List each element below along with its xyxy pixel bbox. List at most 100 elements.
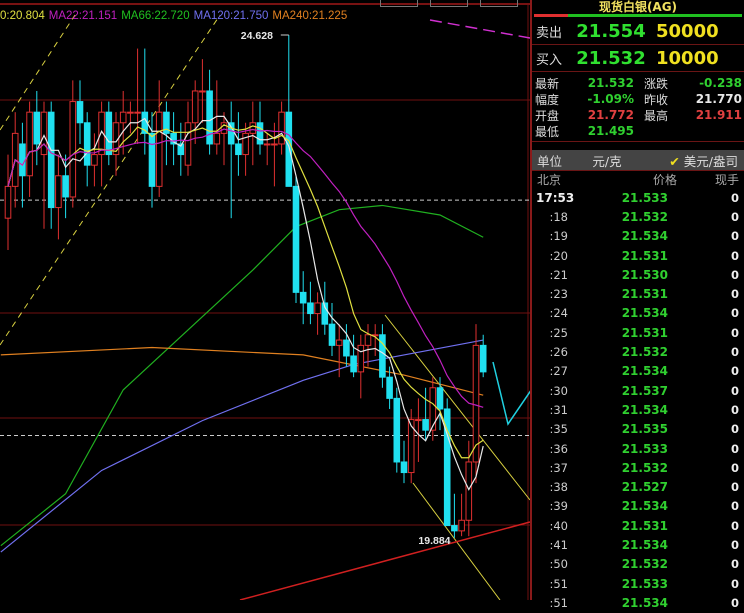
candle xyxy=(105,101,113,166)
tick-price: 21.532 xyxy=(621,209,668,224)
tick-price: 21.534 xyxy=(621,364,668,379)
unit-option-usd-per-oz[interactable]: ✔ 美元/盎司 xyxy=(642,151,744,170)
tick-row: :38 21.527 0 xyxy=(532,477,744,496)
unit-option-label: 美元/盎司 xyxy=(683,153,738,169)
tick-row: :25 21.531 0 xyxy=(532,323,744,342)
candle-body xyxy=(213,132,221,145)
candle xyxy=(76,80,84,144)
candle xyxy=(422,387,429,441)
unit-selector: 单位 元/克 ✔ 美元/盎司 xyxy=(532,150,744,170)
buy-price: 21.532 xyxy=(576,47,646,69)
quote-panel: 现货白银(AG) 卖出 21.554 50000 买入 21.532 10000 最新 2… xyxy=(530,0,744,610)
tick-time: :26 xyxy=(549,345,568,360)
stat-label: 最低 xyxy=(535,124,560,139)
ma-line-ma66 xyxy=(0,204,484,547)
tick-time: :38 xyxy=(549,480,568,495)
candlestick-chart[interactable]: 0:20.804 MA22:21.151 MA66:22.720 MA120:21.7… xyxy=(0,0,530,600)
candle-body xyxy=(465,461,473,521)
stat-label: 幅度 xyxy=(535,92,560,107)
legend-ma240: MA240:21.225 xyxy=(272,10,348,22)
col-price: 价格 xyxy=(652,173,677,187)
candle xyxy=(4,154,12,250)
tick-price: 21.534 xyxy=(621,402,668,417)
candle xyxy=(451,493,458,538)
candle xyxy=(199,59,206,123)
tick-time: :50 xyxy=(549,557,568,572)
candle-body xyxy=(148,132,156,187)
candle xyxy=(206,69,213,155)
stat-label: 最新 xyxy=(535,76,560,91)
candle-body xyxy=(191,90,199,124)
legend-ma120: MA120:21.750 xyxy=(193,10,269,22)
candle xyxy=(285,35,293,187)
stat-label: 开盘 xyxy=(535,108,560,123)
candle-body xyxy=(451,525,458,532)
tick-volume: 0 xyxy=(730,576,739,591)
candle-body xyxy=(271,143,278,146)
tick-time: :20 xyxy=(549,248,568,263)
candle xyxy=(299,271,307,325)
candle-body xyxy=(328,323,336,346)
candle xyxy=(227,101,235,219)
tick-time: :40 xyxy=(549,518,568,533)
tick-price: 21.530 xyxy=(621,267,668,282)
tick-time: :30 xyxy=(549,383,568,398)
tick-volume: 0 xyxy=(730,537,739,552)
candle-body xyxy=(69,101,77,198)
candle xyxy=(55,154,62,240)
tick-volume: 0 xyxy=(730,557,739,572)
candle xyxy=(47,101,55,229)
ticks-header: 北京 价格 现手 xyxy=(532,170,744,188)
tick-time: :25 xyxy=(549,325,568,340)
candle-body xyxy=(105,111,113,156)
candle xyxy=(357,334,365,399)
candle-body xyxy=(307,302,314,315)
candle xyxy=(170,112,177,166)
tick-time: :41 xyxy=(549,537,568,552)
toolbar-button[interactable] xyxy=(430,0,468,7)
candle xyxy=(141,48,149,155)
candle-body xyxy=(249,122,257,134)
tick-row: :37 21.532 0 xyxy=(532,458,744,477)
unit-option-yuan-per-gram[interactable]: 元/克 xyxy=(572,151,642,170)
toolbar-button[interactable] xyxy=(380,0,418,7)
tick-row: :39 21.534 0 xyxy=(532,497,744,516)
candle xyxy=(249,101,257,166)
candle xyxy=(314,292,321,335)
tick-time: :23 xyxy=(549,287,568,302)
sell-label: 卖出 xyxy=(536,25,563,41)
tick-row: :51 21.534 0 xyxy=(532,593,744,612)
candle-body xyxy=(415,419,422,422)
tick-list[interactable]: 17:53 21.533 0:18 21.532 0:19 21.534 0:20 21.53… xyxy=(532,188,744,613)
candle-body xyxy=(155,111,163,187)
candle-body xyxy=(184,122,192,166)
candle xyxy=(26,101,33,197)
candle-body xyxy=(235,143,242,156)
candle xyxy=(112,112,120,176)
tick-volume: 0 xyxy=(730,306,739,321)
tick-row: :40 21.531 0 xyxy=(532,516,744,535)
tick-price: 21.537 xyxy=(621,383,668,398)
candle-body xyxy=(4,185,12,219)
tick-row: :31 21.534 0 xyxy=(532,400,744,419)
candle-body xyxy=(436,387,444,410)
candle xyxy=(91,133,98,187)
candle xyxy=(69,80,77,208)
candle xyxy=(400,440,408,484)
candle-body xyxy=(62,175,69,198)
candle-body xyxy=(278,111,285,145)
tick-price: 21.533 xyxy=(621,441,668,456)
tick-time: :24 xyxy=(549,306,568,321)
tick-row: :23 21.531 0 xyxy=(532,284,744,303)
tick-time: :21 xyxy=(549,267,568,282)
candle-body xyxy=(350,355,357,373)
low-price-label: 19.884 xyxy=(418,535,450,547)
candle xyxy=(371,324,379,356)
tick-volume: 0 xyxy=(730,480,739,495)
candle xyxy=(415,398,422,462)
check-icon: ✔ xyxy=(669,153,680,169)
toolbar-button[interactable] xyxy=(480,0,518,7)
buy-label: 买入 xyxy=(536,52,563,68)
tick-row: :35 21.535 0 xyxy=(532,420,744,439)
sell-price: 21.554 xyxy=(576,20,646,42)
